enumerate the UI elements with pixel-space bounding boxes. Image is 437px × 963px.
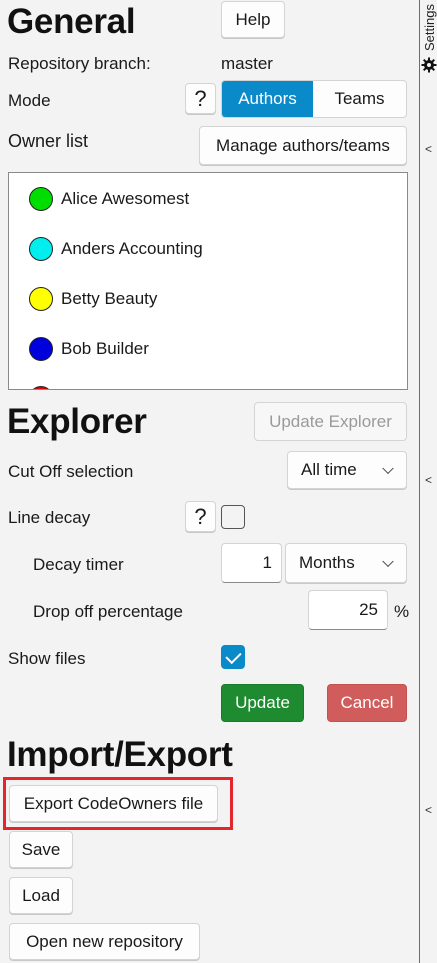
- export-codeowners-button[interactable]: Export CodeOwners file: [9, 785, 218, 822]
- line-decay-label: Line decay: [8, 508, 91, 527]
- color-swatch-icon: [29, 237, 53, 261]
- show-files-checkbox[interactable]: [221, 645, 245, 669]
- chevron-down-icon: [382, 462, 394, 475]
- color-swatch-icon: [29, 187, 53, 211]
- mode-option-authors[interactable]: Authors: [222, 81, 314, 117]
- color-swatch-icon: [29, 287, 53, 311]
- decay-timer-label: Decay timer: [33, 555, 124, 574]
- owner-name: Betty Beauty: [61, 289, 158, 308]
- settings-sidebar[interactable]: Settings < < <: [419, 0, 437, 963]
- branch-label: Repository branch:: [8, 54, 151, 73]
- list-item[interactable]: Anders Accounting: [29, 237, 203, 261]
- dropoff-input[interactable]: 25: [308, 590, 388, 630]
- line-decay-checkbox[interactable]: [221, 505, 245, 529]
- owner-list[interactable]: Alice Awesomest Anders Accounting Betty …: [8, 172, 408, 390]
- update-button[interactable]: Update: [221, 684, 304, 722]
- owner-name: Alice Awesomest: [61, 189, 190, 208]
- settings-tab-label[interactable]: Settings: [422, 4, 437, 51]
- mode-segmented-control[interactable]: Authors Teams: [221, 80, 407, 118]
- help-button[interactable]: Help: [221, 1, 285, 38]
- decay-timer-unit-select[interactable]: Months: [285, 543, 407, 583]
- gear-icon[interactable]: [421, 57, 437, 73]
- line-decay-help-button[interactable]: ?: [185, 501, 216, 532]
- branch-value: master: [221, 54, 273, 73]
- mode-label: Mode: [8, 91, 51, 110]
- decay-timer-unit-value: Months: [299, 553, 355, 572]
- dropoff-label: Drop off percentage: [33, 602, 183, 621]
- color-swatch-icon: [29, 386, 53, 389]
- update-explorer-button[interactable]: Update Explorer: [254, 402, 407, 441]
- percent-unit: %: [394, 602, 410, 621]
- list-item[interactable]: [29, 386, 61, 389]
- owner-name: Bob Builder: [61, 339, 149, 358]
- open-new-repository-button[interactable]: Open new repository: [9, 923, 200, 960]
- import-export-title: Import/Export: [7, 735, 233, 774]
- list-item[interactable]: Alice Awesomest: [29, 187, 189, 211]
- mode-option-teams[interactable]: Teams: [313, 81, 406, 117]
- collapse-explorer-icon[interactable]: <: [425, 473, 432, 487]
- owner-list-label: Owner list: [8, 131, 89, 151]
- collapse-general-icon[interactable]: <: [425, 142, 432, 156]
- cancel-button[interactable]: Cancel: [327, 684, 407, 722]
- list-item[interactable]: Betty Beauty: [29, 287, 157, 311]
- owner-name: Anders Accounting: [61, 239, 203, 258]
- collapse-import-export-icon[interactable]: <: [425, 803, 432, 817]
- cutoff-value: All time: [301, 460, 357, 479]
- cutoff-select[interactable]: All time: [287, 451, 407, 489]
- load-button[interactable]: Load: [9, 877, 73, 914]
- mode-help-button[interactable]: ?: [185, 83, 216, 114]
- cutoff-label: Cut Off selection: [8, 462, 134, 481]
- manage-authors-teams-button[interactable]: Manage authors/teams: [199, 126, 407, 165]
- show-files-label: Show files: [8, 649, 86, 668]
- save-button[interactable]: Save: [9, 831, 73, 868]
- general-title: General: [7, 2, 136, 41]
- explorer-title: Explorer: [7, 402, 147, 441]
- list-item[interactable]: Bob Builder: [29, 337, 149, 361]
- color-swatch-icon: [29, 337, 53, 361]
- decay-timer-input[interactable]: 1: [221, 543, 282, 583]
- chevron-down-icon: [382, 555, 394, 568]
